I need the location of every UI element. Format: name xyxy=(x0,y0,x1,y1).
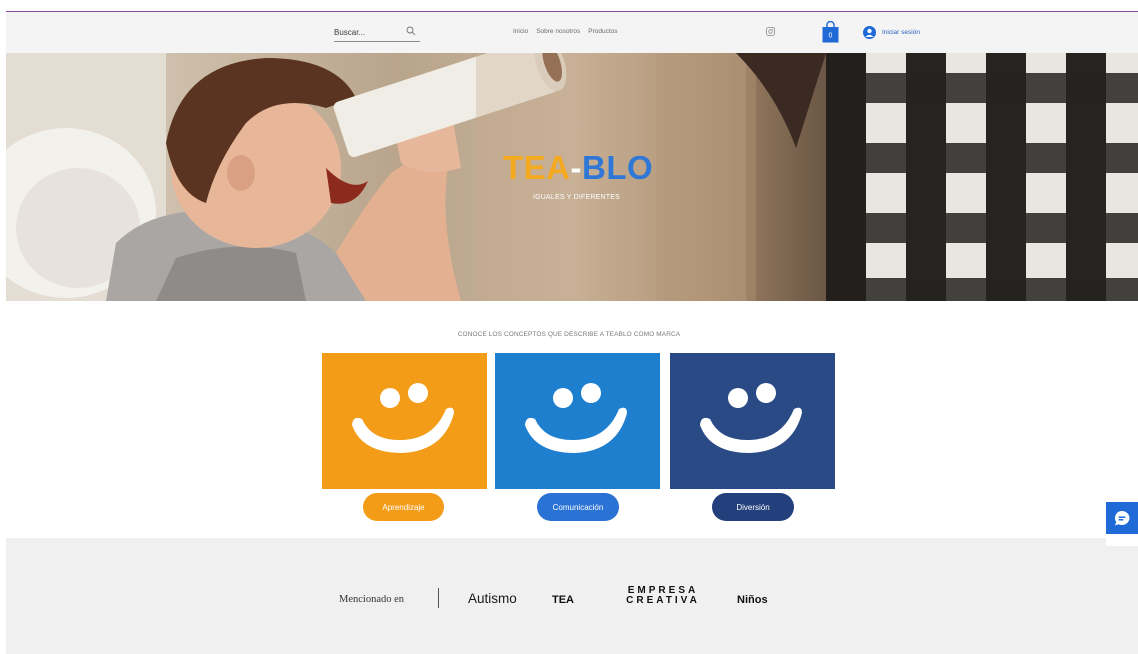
chat-icon xyxy=(1114,510,1130,526)
mention-ninos: Niños xyxy=(737,594,768,606)
avatar-icon xyxy=(863,26,876,39)
smiley-icon xyxy=(352,383,454,453)
mention-empresa-creativa: EMPRESA CREATIVA xyxy=(618,586,708,606)
hero-title: TEA-BLO xyxy=(503,149,653,187)
chat-tail xyxy=(1106,534,1138,546)
nav-item-sobre-nosotros[interactable]: Sobre nosotros xyxy=(536,28,580,35)
mention-creativa: CREATIVA xyxy=(626,595,700,606)
instagram-icon[interactable] xyxy=(766,27,775,36)
concept-card-comunicacion xyxy=(495,353,660,489)
hero-title-part1: TEA xyxy=(503,149,571,186)
hero-title-part2: BLO xyxy=(582,149,654,186)
chat-button[interactable] xyxy=(1106,502,1138,534)
cart-icon[interactable]: 0 xyxy=(822,21,839,43)
comunicacion-button[interactable]: Comunicación xyxy=(537,493,619,521)
page: Inicio Sobre nosotros Productos 0 Inicia… xyxy=(0,0,1138,654)
mentions-divider xyxy=(438,588,439,608)
nav-item-productos[interactable]: Productos xyxy=(588,28,617,35)
concepts-heading: CONOCE LOS CONCEPTOS QUE DESCRIBE A TEAB… xyxy=(457,331,681,338)
search-input[interactable] xyxy=(334,25,400,39)
search-icon[interactable] xyxy=(406,26,416,36)
site-header: Inicio Sobre nosotros Productos 0 Inicia… xyxy=(6,12,1138,53)
concept-card-aprendizaje xyxy=(322,353,487,489)
main-nav: Inicio Sobre nosotros Productos xyxy=(513,28,618,35)
mention-label: Mencionado en xyxy=(339,594,405,605)
search-box[interactable] xyxy=(334,24,420,42)
nav-item-inicio[interactable]: Inicio xyxy=(513,28,528,35)
hero-title-dash: - xyxy=(570,149,582,186)
smiley-icon xyxy=(700,383,802,453)
concept-card-diversion xyxy=(670,353,835,489)
login-label: Iniciar sesión xyxy=(882,29,920,36)
smiley-icon xyxy=(525,383,627,453)
mention-autismo: Autismo xyxy=(468,591,517,606)
diversion-button[interactable]: Diversión xyxy=(712,493,794,521)
mention-tea: TEA xyxy=(552,594,574,606)
login-button[interactable]: Iniciar sesión xyxy=(863,26,920,39)
hero-subtitle: IGUALES Y DIFERENTES xyxy=(533,194,620,201)
hero-banner: TEA-BLO IGUALES Y DIFERENTES xyxy=(6,53,1138,301)
cart-count: 0 xyxy=(829,33,833,40)
aprendizaje-button[interactable]: Aprendizaje xyxy=(363,493,444,521)
